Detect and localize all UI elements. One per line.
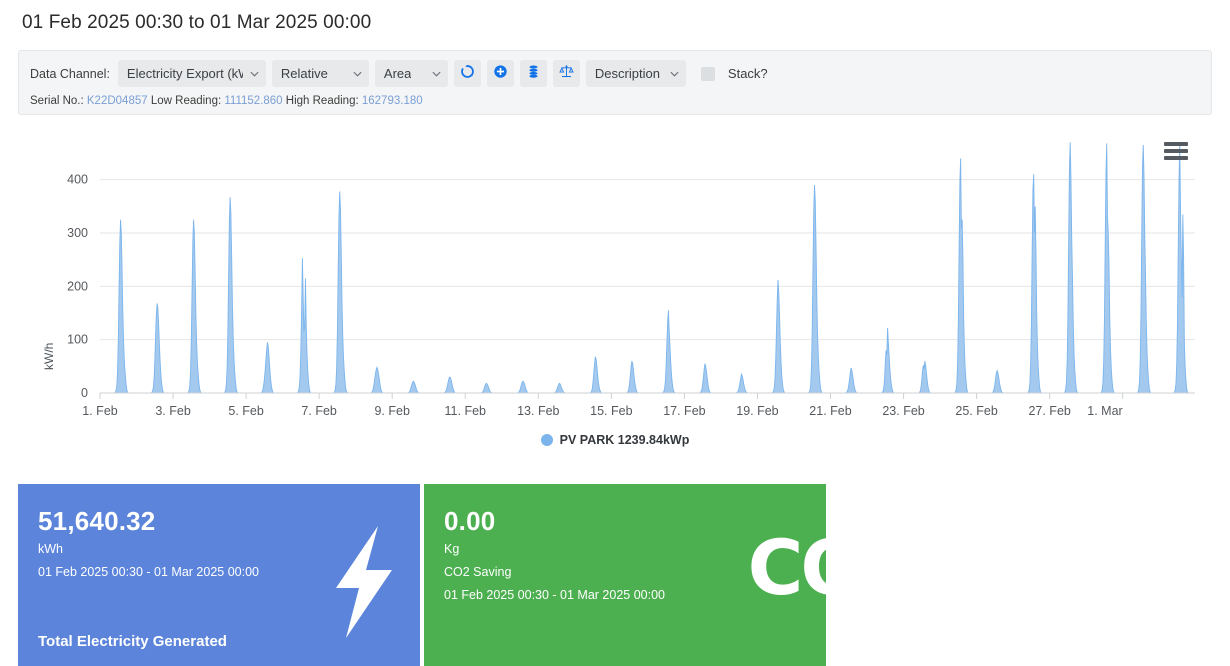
data-channel-select[interactable]: Electricity Export (kWh) [118,60,266,87]
svg-text:19. Feb: 19. Feb [736,404,778,418]
svg-text:15. Feb: 15. Feb [590,404,632,418]
hamburger-line [1164,149,1188,153]
svg-text:13. Feb: 13. Feb [517,404,559,418]
refresh-button[interactable] [454,60,481,87]
data-channel-label: Data Channel: [30,67,110,81]
meter-meta-row: Serial No.: K22D04857 Low Reading: 11115… [19,87,1211,107]
svg-text:0: 0 [81,386,88,400]
svg-text:300: 300 [67,226,88,240]
relative-value: Relative [281,66,328,81]
svg-text:1. Mar: 1. Mar [1087,404,1122,418]
chart-context-menu-button[interactable] [1164,142,1188,160]
svg-text:27. Feb: 27. Feb [1028,404,1070,418]
svg-text:9. Feb: 9. Feb [374,404,409,418]
chart-svg[interactable]: 0 100 200 300 400 1. Feb 3. Feb 5. Feb 7. Feb 9. … [0,125,1230,425]
generation-chart: kW/h 01002003004001. Feb3. Feb5. Feb7. F… [0,125,1230,465]
svg-text:400: 400 [67,173,88,187]
card-co2-saving: 0.00 Kg CO2 Saving 01 Feb 2025 00:30 - 0… [424,484,826,666]
scales-icon [559,64,574,84]
description-select[interactable]: Description [586,60,686,87]
svg-text:11. Feb: 11. Feb [445,404,487,418]
svg-text:17. Feb: 17. Feb [663,404,705,418]
legend-color-dot [541,434,553,446]
report-page: 01 Feb 2025 00:30 to 01 Mar 2025 00:00 D… [0,0,1230,666]
svg-text:200: 200 [67,279,88,293]
svg-text:5. Feb: 5. Feb [228,404,263,418]
chevron-down-icon [669,68,680,79]
legend-series-label: PV PARK 1239.84kWp [560,433,690,447]
card-total-electricity-generated: 51,640.32 kWh 01 Feb 2025 00:30 - 01 Mar… [18,484,420,666]
svg-text:25. Feb: 25. Feb [955,404,997,418]
stack-checkbox[interactable] [701,67,715,81]
compare-button[interactable] [553,60,580,87]
low-reading-value: 111152.860 [224,95,282,107]
hamburger-line [1164,142,1188,146]
chevron-down-icon [352,68,363,79]
serial-label: Serial No.: [30,95,84,107]
high-reading-value: 162793.180 [362,95,423,107]
co2-icon: CO [748,530,826,606]
plus-circle-icon [493,64,508,84]
chevron-down-icon [431,68,442,79]
svg-text:7. Feb: 7. Feb [301,404,336,418]
svg-text:3. Feb: 3. Feb [155,404,190,418]
high-reading-label: High Reading: [286,95,359,107]
svg-text:21. Feb: 21. Feb [809,404,851,418]
chart-type-select[interactable]: Area [375,60,448,87]
description-value: Description [595,66,660,81]
refresh-icon [460,64,475,84]
chart-legend[interactable]: PV PARK 1239.84kWp [0,433,1230,447]
lightning-bolt-icon [326,526,398,638]
add-button[interactable] [487,60,514,87]
low-reading-label: Low Reading: [151,95,221,107]
data-channel-value: Electricity Export (kWh) [127,66,243,81]
card-footer-label: Total Electricity Generated [38,633,227,650]
database-icon [526,64,541,84]
svg-text:23. Feb: 23. Feb [882,404,924,418]
relative-select[interactable]: Relative [272,60,369,87]
chart-type-value: Area [384,66,411,81]
page-title: 01 Feb 2025 00:30 to 01 Mar 2025 00:00 [0,0,1230,36]
serial-value[interactable]: K22D04857 [87,95,148,107]
toolbar-controls-row: Data Channel: Electricity Export (kWh) R… [19,51,1211,87]
svg-text:100: 100 [67,333,88,347]
svg-text:1. Feb: 1. Feb [82,404,117,418]
chevron-down-icon [249,68,260,79]
kpi-card-row: 51,640.32 kWh 01 Feb 2025 00:30 - 01 Mar… [18,484,826,666]
chart-plot-area: 0 100 200 300 400 1. Feb 3. Feb 5. Feb 7. Feb 9. … [0,125,1230,425]
hamburger-line [1164,156,1188,160]
chart-toolbar-panel: Data Channel: Electricity Export (kWh) R… [18,50,1212,115]
database-button[interactable] [520,60,547,87]
stack-label: Stack? [728,66,768,81]
